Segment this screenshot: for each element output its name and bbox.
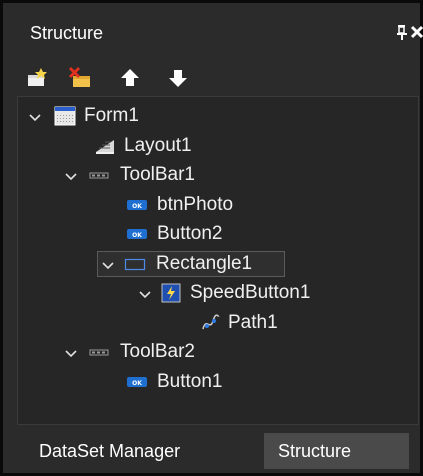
tree-node-path1[interactable]: Path1 (26, 311, 366, 335)
structure-panel: Structure Form1 Layout1 ToolBar1 OK btnP… (0, 0, 423, 476)
tree-node-btnphoto[interactable]: OK btnPhoto (26, 193, 266, 217)
tree-node-button2[interactable]: OK Button2 (26, 222, 266, 246)
tab-structure[interactable]: Structure (264, 433, 409, 469)
pin-icon[interactable] (395, 23, 409, 41)
tree-node-form1[interactable]: Form1 (26, 104, 186, 128)
tree-node-label: Layout1 (124, 135, 192, 156)
chevron-down-icon[interactable] (64, 344, 78, 358)
tree-node-label: btnPhoto (157, 194, 234, 215)
tree-node-label: Path1 (228, 312, 278, 333)
toolbar-icon (88, 342, 110, 362)
button-icon: OK (126, 372, 148, 392)
chevron-down-icon[interactable] (138, 285, 152, 299)
speedbutton-icon (160, 283, 182, 303)
move-down-icon[interactable] (165, 65, 191, 91)
tree-node-label: SpeedButton1 (190, 282, 311, 303)
tree-node-label: Rectangle1 (156, 253, 253, 274)
close-icon[interactable] (409, 23, 423, 41)
svg-text:OK: OK (132, 380, 142, 387)
rectangle-icon (124, 254, 146, 274)
svg-text:OK: OK (132, 232, 142, 239)
panel-titlebar: Structure (3, 3, 423, 49)
move-up-icon[interactable] (117, 65, 143, 91)
button-icon: OK (126, 195, 148, 215)
tab-dataset-manager[interactable]: DataSet Manager (25, 433, 255, 469)
tree-node-rectangle1[interactable]: Rectangle1 (97, 251, 285, 277)
tree-node-label: Button2 (157, 223, 223, 244)
tree-node-button1[interactable]: OK Button1 (26, 370, 266, 394)
add-icon[interactable] (25, 65, 51, 91)
delete-icon[interactable] (67, 65, 93, 91)
layout-icon (94, 136, 116, 156)
structure-toolbar (25, 65, 225, 91)
bottom-tabs: DataSet Manager Structure (17, 429, 419, 469)
chevron-down-icon[interactable] (101, 256, 115, 270)
chevron-down-icon[interactable] (64, 167, 78, 181)
tree-node-label: Button1 (157, 371, 223, 392)
tree-node-label: ToolBar1 (120, 164, 195, 185)
svg-text:OK: OK (132, 203, 142, 210)
path-icon (200, 313, 222, 333)
toolbar-icon (88, 165, 110, 185)
panel-title: Structure (30, 23, 104, 43)
structure-tree[interactable]: Form1 Layout1 ToolBar1 OK btnPhoto OK Bu… (17, 96, 419, 425)
tree-node-layout1[interactable]: Layout1 (26, 134, 226, 158)
chevron-down-icon[interactable] (28, 108, 42, 122)
button-icon: OK (126, 224, 148, 244)
tree-node-speedbutton1[interactable]: SpeedButton1 (26, 281, 366, 305)
tree-node-toolbar2[interactable]: ToolBar2 (26, 340, 226, 364)
form-icon (54, 106, 76, 126)
tree-node-toolbar1[interactable]: ToolBar1 (26, 163, 226, 187)
tree-node-label: Form1 (84, 105, 139, 126)
tree-node-label: ToolBar2 (120, 341, 195, 362)
